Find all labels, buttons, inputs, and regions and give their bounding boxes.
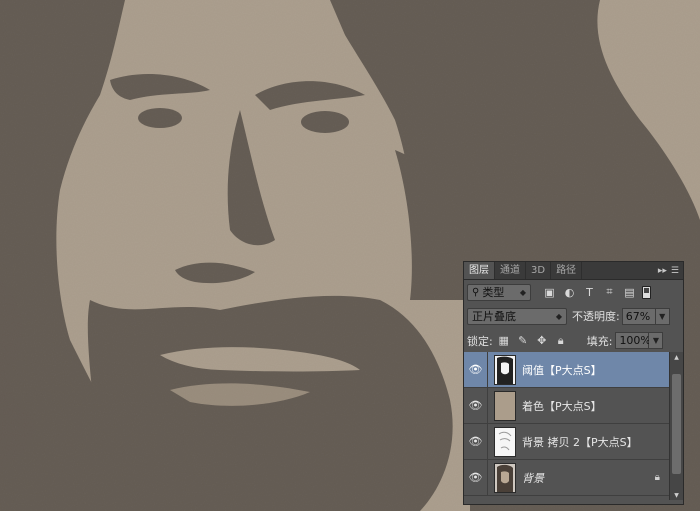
visibility-toggle[interactable]: 👁︎	[464, 351, 488, 388]
portrait-thumbnail-icon	[497, 356, 513, 384]
scroll-down-icon[interactable]: ▼	[670, 490, 683, 500]
lock-icon: 🔒︎	[654, 472, 660, 483]
lock-position-icon[interactable]: ✥	[536, 334, 548, 347]
panel-menu-icon[interactable]: ☰	[671, 266, 679, 276]
visibility-toggle[interactable]: 👁︎	[464, 423, 488, 460]
opacity-label: 不透明度:	[572, 310, 620, 323]
filter-type-dropdown[interactable]: ⚲ 类型 ◆	[467, 283, 531, 301]
lock-all-icon[interactable]: 🔒︎	[555, 334, 567, 347]
layer-background-copy-2[interactable]: 👁︎ 背景 拷贝 2【P大点S】	[464, 423, 670, 460]
filter-icons: ▣ ◐ T ⌗ ▤	[543, 285, 636, 299]
eye-icon: 👁︎	[468, 471, 483, 484]
adjustment-filter-icon[interactable]: ◐	[563, 286, 576, 299]
eye-icon: 👁︎	[468, 399, 483, 412]
filter-type-label: 类型	[482, 286, 505, 299]
blend-mode-dropdown[interactable]: 正片叠底 ◆	[467, 307, 567, 325]
text-filter-icon[interactable]: T	[583, 286, 596, 299]
tab-paths[interactable]: 路径	[551, 262, 583, 279]
eye-icon: 👁︎	[468, 363, 483, 376]
smart-object-filter-icon[interactable]: ▤	[623, 286, 636, 299]
lock-row: 锁定: ▦ ✎ ✥ 🔒︎ 填充: 100% ▼	[464, 328, 683, 354]
scroll-up-icon[interactable]: ▲	[670, 352, 683, 362]
scrollbar-thumb[interactable]	[672, 374, 681, 474]
photo-thumbnail-icon	[497, 464, 513, 492]
layer-background[interactable]: 👁︎ 背景 🔒︎	[464, 459, 670, 496]
visibility-toggle[interactable]: 👁︎	[464, 387, 488, 424]
opacity-dropdown-button[interactable]: ▼	[655, 307, 670, 325]
layer-thumbnail	[494, 426, 516, 457]
lock-image-icon[interactable]: ✎	[517, 334, 529, 347]
search-icon: ⚲	[472, 286, 480, 298]
fill-label: 填充:	[586, 334, 613, 348]
layer-name: 背景	[522, 471, 544, 485]
lock-transparent-icon[interactable]: ▦	[498, 334, 510, 347]
blend-mode-value: 正片叠底	[472, 310, 516, 323]
fill-dropdown-button[interactable]: ▼	[649, 332, 664, 349]
filter-toggle[interactable]	[642, 285, 651, 299]
layer-thumbnail	[494, 390, 516, 421]
sketch-thumbnail-icon	[498, 431, 512, 450]
image-filter-icon[interactable]: ▣	[543, 286, 556, 299]
layer-list: 👁︎ 阈值【P大点S】 👁︎ 着色【P大点S】 👁︎ 背景 拷贝 2【P大点S】	[464, 351, 670, 496]
visibility-toggle[interactable]: 👁︎	[464, 459, 488, 496]
updown-caret-icon: ◆	[519, 287, 526, 297]
layer-thumbnail	[494, 354, 516, 385]
layer-name: 着色【P大点S】	[522, 399, 602, 413]
eye-icon: 👁︎	[468, 435, 483, 448]
shape-filter-icon[interactable]: ⌗	[603, 285, 616, 299]
chevron-down-icon: ▼	[652, 336, 660, 345]
layer-colorize[interactable]: 👁︎ 着色【P大点S】	[464, 387, 670, 424]
blend-row: 正片叠底 ◆ 不透明度: 67% ▼	[464, 304, 683, 328]
chevron-down-icon: ▼	[659, 311, 666, 321]
tab-channels[interactable]: 通道	[495, 262, 526, 279]
lock-label: 锁定:	[467, 334, 493, 348]
filter-row: ⚲ 类型 ◆ ▣ ◐ T ⌗ ▤	[464, 280, 683, 304]
layer-threshold[interactable]: 👁︎ 阈值【P大点S】	[464, 351, 670, 388]
lock-icons: ▦ ✎ ✥ 🔒︎	[498, 334, 567, 348]
opacity-input[interactable]: 67%	[621, 307, 656, 325]
fill-input[interactable]: 100%	[615, 332, 651, 349]
collapse-icon[interactable]: ▸▸	[658, 266, 667, 276]
layer-name: 背景 拷贝 2【P大点S】	[522, 435, 638, 449]
tab-3d[interactable]: 3D	[526, 262, 552, 279]
layers-scrollbar[interactable]: ▲ ▼	[669, 352, 683, 500]
layer-name: 阈值【P大点S】	[522, 363, 602, 377]
updown-caret-icon: ◆	[555, 311, 562, 321]
layer-thumbnail	[494, 462, 516, 493]
panel-tabs: 图层 通道 3D 路径 ▸▸ ☰	[464, 262, 683, 280]
layers-panel: 图层 通道 3D 路径 ▸▸ ☰ ⚲ 类型 ◆ ▣ ◐ T ⌗ ▤ 正片叠底 ◆…	[463, 261, 684, 505]
panel-controls: ▸▸ ☰	[645, 262, 683, 279]
tab-layers[interactable]: 图层	[464, 262, 495, 279]
